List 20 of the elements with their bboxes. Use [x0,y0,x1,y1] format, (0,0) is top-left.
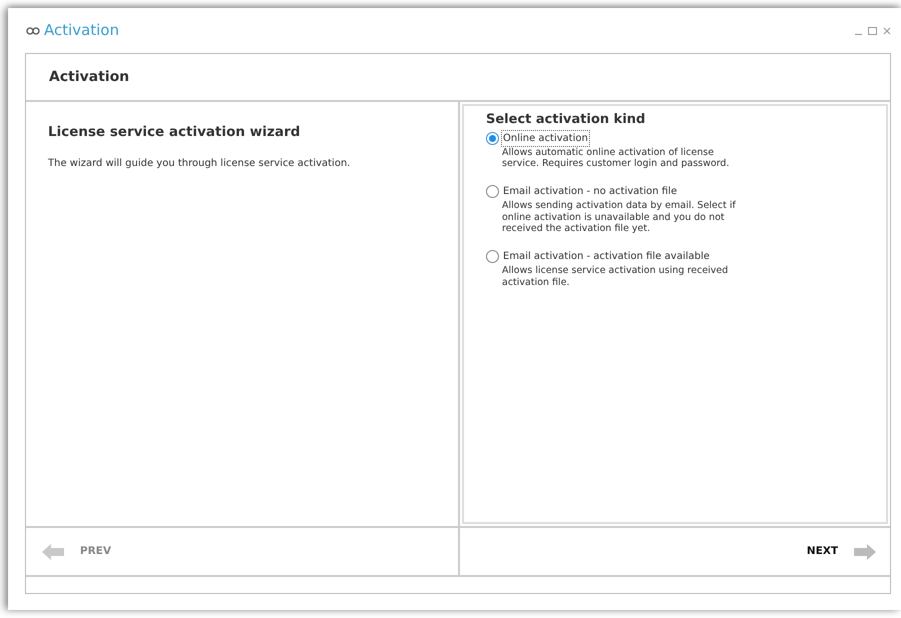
next-button[interactable]: NEXT [804,542,878,562]
option-label[interactable]: Email activation - no activation file [501,183,679,200]
right-arrow-icon [854,544,876,560]
radio-button[interactable] [486,185,499,198]
option-description: Allows automatic online activation of license service. Requires customer login and password. [502,146,730,170]
radio-button[interactable] [486,132,499,144]
close-icon[interactable] [883,26,891,34]
option-label[interactable]: Email activation - activation file available [501,248,712,266]
wizard-description: The wizard will guide you through license service activation. [48,157,352,172]
maximize-icon[interactable] [868,26,877,34]
option-label[interactable]: Online activation [501,130,590,146]
option-description: Allows license service activation using received activation file. [502,265,730,288]
left-arrow-icon [42,544,64,560]
window-title: Activation [44,20,120,42]
page-heading: Activation [49,68,130,86]
logo-icon [26,26,40,34]
option-description: Allows sending activation data by email. Select if online activation is unavailable and you do not received the activation file yet. [502,200,737,234]
wizard-title: License service activation wizard [48,123,302,142]
radio-button[interactable] [486,250,499,264]
section-title: Select activation kind [486,111,646,129]
